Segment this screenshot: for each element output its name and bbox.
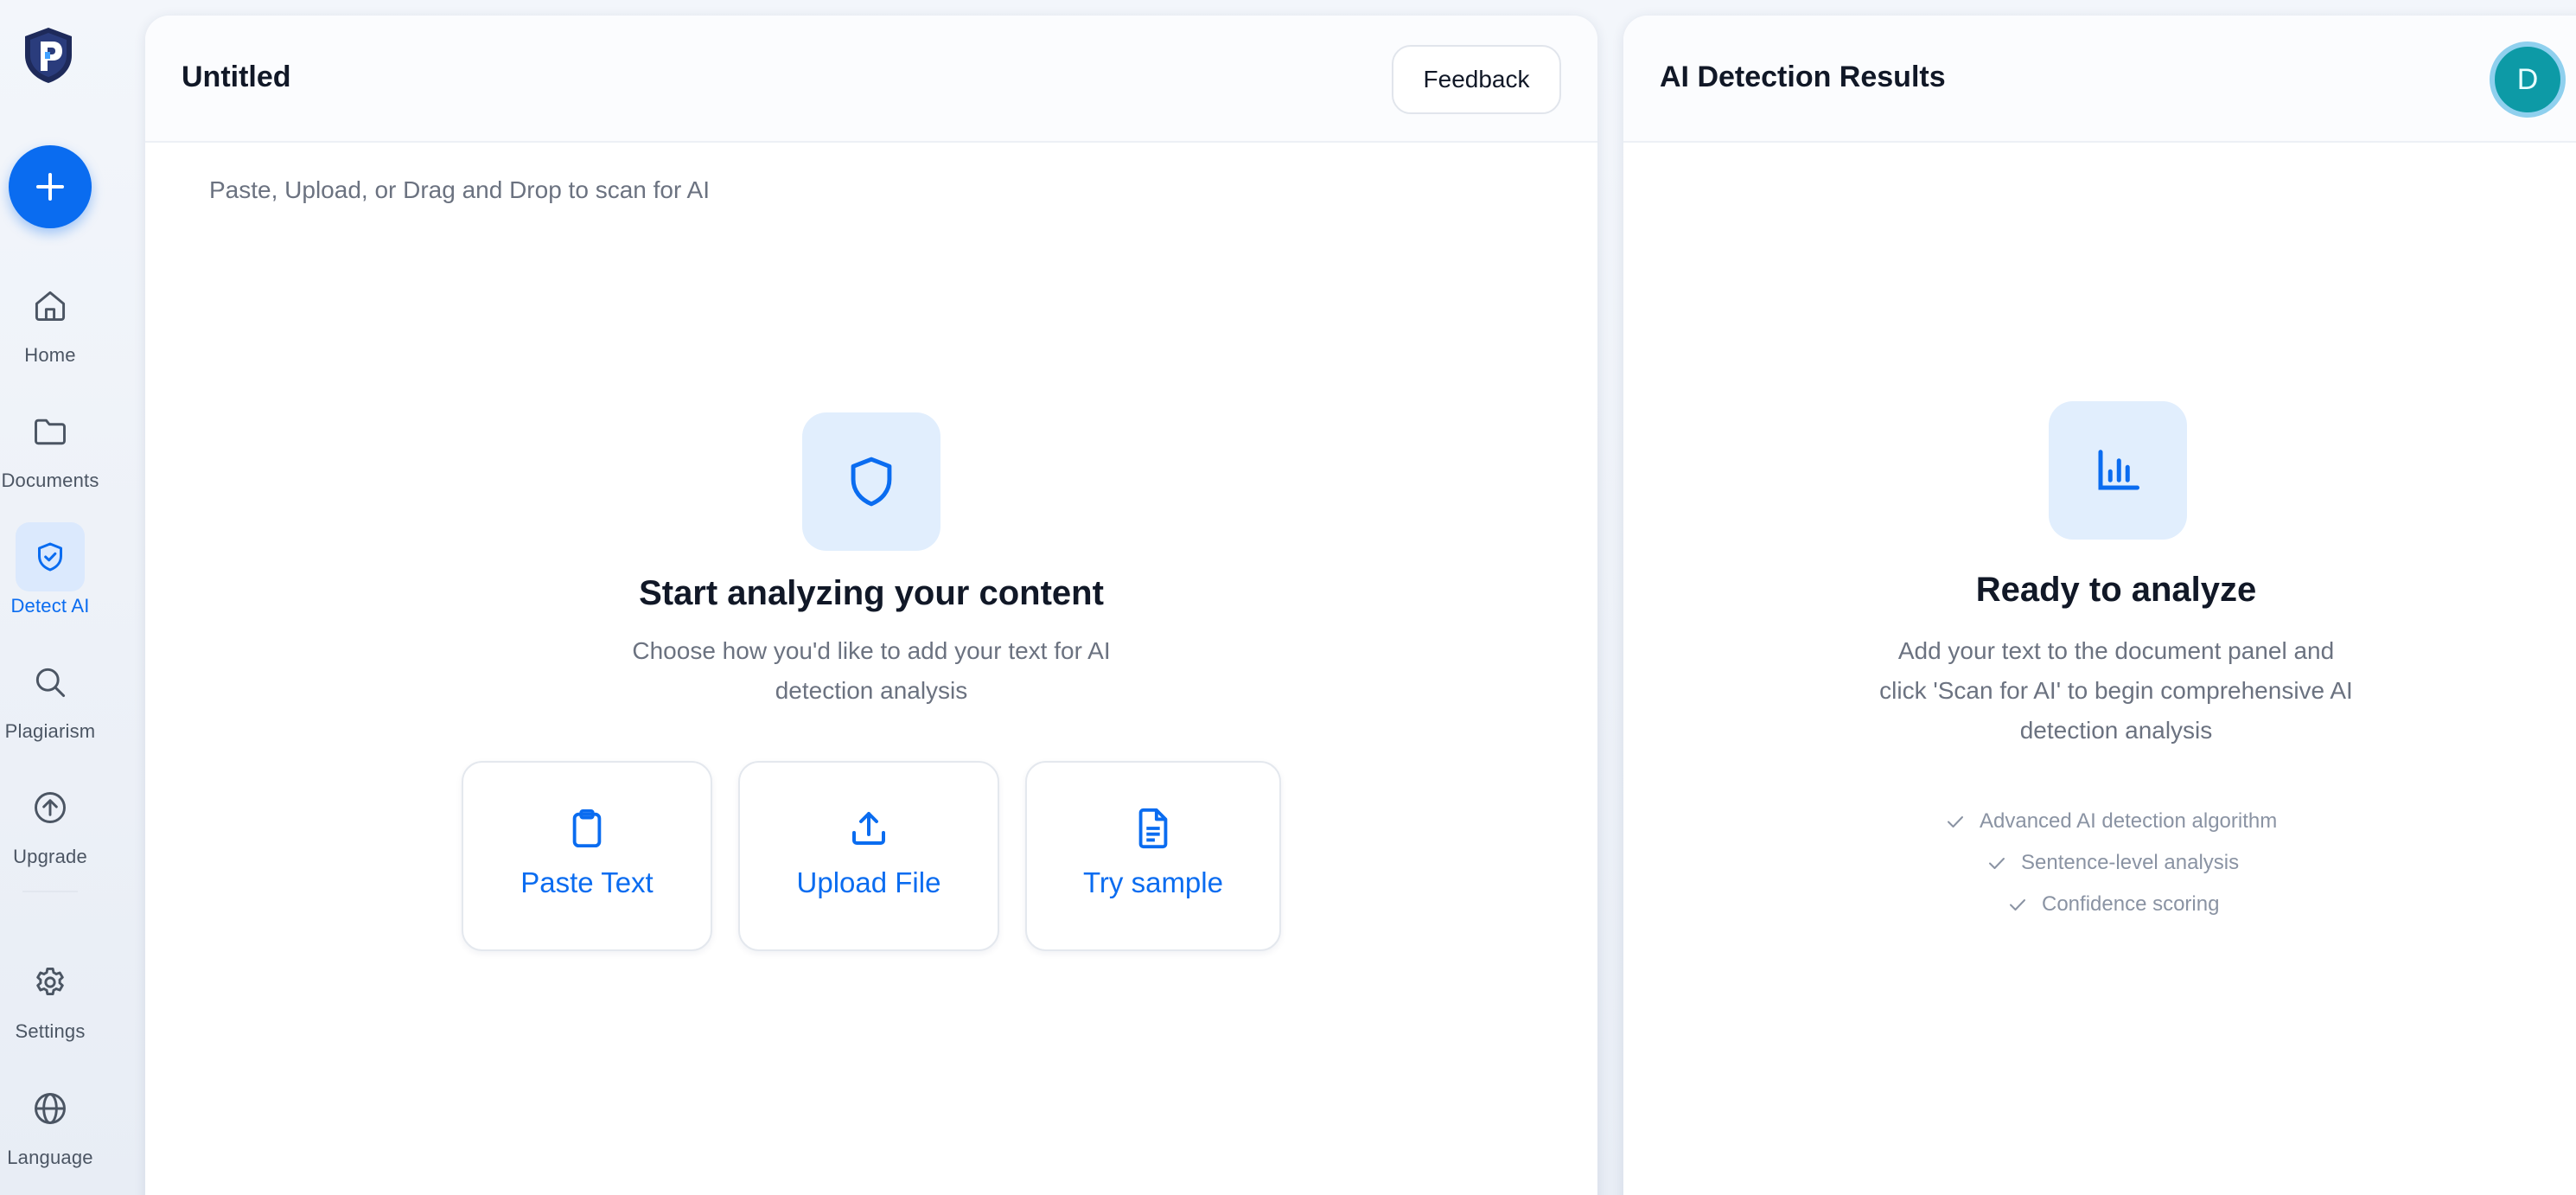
search-icon [16, 648, 85, 717]
sidebar-divider [22, 891, 78, 892]
upload-icon [848, 806, 889, 851]
results-hero-subtitle: Add your text to the document panel and … [1770, 631, 2462, 751]
check-icon [1948, 816, 1963, 828]
sidebar-item-plagiarism[interactable]: Plagiarism [0, 648, 100, 743]
upload-file-button[interactable]: Upload File [738, 761, 999, 951]
feature-label: Confidence scoring [2042, 892, 2220, 916]
results-hero-subtitle-line: Add your text to the document panel and [1897, 637, 2335, 664]
editor-hero-subtitle-line: detection analysis [775, 677, 968, 704]
sidebar-item-label: Language [7, 1147, 93, 1168]
check-icon [2010, 899, 2025, 911]
sidebar-item-documents[interactable]: Documents [0, 397, 100, 492]
feature-item: Confidence scoring [2007, 892, 2219, 917]
app-root: Home Documents Detect AI Plagiarism Upgr… [0, 0, 2576, 1195]
sidebar-item-settings[interactable]: Settings [0, 948, 100, 1043]
document-panel-header: Untitled Feedback [145, 16, 1597, 143]
document-panel: Untitled Feedback Paste, Upload, or Drag… [145, 16, 1597, 1195]
shield-icon [802, 412, 940, 551]
check-icon [1989, 858, 2005, 869]
sidebar-item-language[interactable]: Language [0, 1074, 100, 1169]
editor-hero-subtitle: Choose how you'd like to add your text f… [526, 631, 1217, 711]
results-panel: AI Detection Results Ready to analyze Ad… [1623, 16, 2576, 1195]
try-sample-label: Try sample [1083, 866, 1223, 898]
results-hero-subtitle-line: detection analysis [2019, 717, 2213, 744]
sidebar-item-home[interactable]: Home [0, 272, 100, 367]
clipboard-icon [567, 806, 607, 851]
paste-text-button[interactable]: Paste Text [462, 761, 712, 951]
arrow-up-circle-icon [16, 773, 85, 842]
editor-placeholder[interactable]: Paste, Upload, or Drag and Drop to scan … [209, 176, 710, 204]
user-avatar[interactable]: D [2490, 42, 2566, 118]
sidebar-item-detect-ai[interactable]: Detect AI [0, 522, 100, 617]
feature-label: Advanced AI detection algorithm [1980, 809, 2278, 833]
plus-icon [36, 173, 64, 201]
feedback-button[interactable]: Feedback [1392, 45, 1561, 114]
document-title[interactable]: Untitled [182, 61, 291, 94]
sidebar-item-upgrade[interactable]: Upgrade [0, 773, 100, 868]
results-title: AI Detection Results [1660, 61, 1946, 93]
sidebar-item-label: Plagiarism [4, 720, 96, 742]
feature-label: Sentence-level analysis [2021, 851, 2240, 874]
sidebar-item-label: Upgrade [13, 846, 87, 867]
editor-hero-title: Start analyzing your content [639, 574, 1104, 612]
app-logo[interactable] [22, 26, 75, 85]
results-hero-subtitle-line: click 'Scan for AI' to begin comprehensi… [1879, 677, 2353, 704]
home-icon [16, 272, 85, 341]
feature-item: Sentence-level analysis [1986, 851, 2239, 875]
editor-hero-subtitle-line: Choose how you'd like to add your text f… [632, 637, 1111, 664]
document-icon [1134, 806, 1172, 851]
new-document-button[interactable] [9, 145, 92, 228]
upload-file-label: Upload File [796, 866, 941, 898]
paste-text-label: Paste Text [520, 866, 654, 898]
feature-item: Advanced AI detection algorithm [1945, 809, 2277, 834]
sidebar-item-label: Settings [15, 1020, 86, 1042]
folder-icon [16, 397, 85, 466]
globe-icon [16, 1074, 85, 1143]
sidebar-item-label: Documents [1, 470, 99, 491]
sidebar-item-label: Home [24, 344, 76, 366]
bar-chart-icon [2049, 401, 2187, 540]
shield-check-icon [16, 522, 85, 591]
results-panel-header: AI Detection Results [1623, 16, 2576, 143]
sidebar: Home Documents Detect AI Plagiarism Upgr… [0, 0, 100, 1195]
try-sample-button[interactable]: Try sample [1025, 761, 1281, 951]
sidebar-item-label: Detect AI [10, 595, 90, 617]
results-hero-title: Ready to analyze [1975, 571, 2257, 609]
gear-icon [16, 948, 85, 1017]
